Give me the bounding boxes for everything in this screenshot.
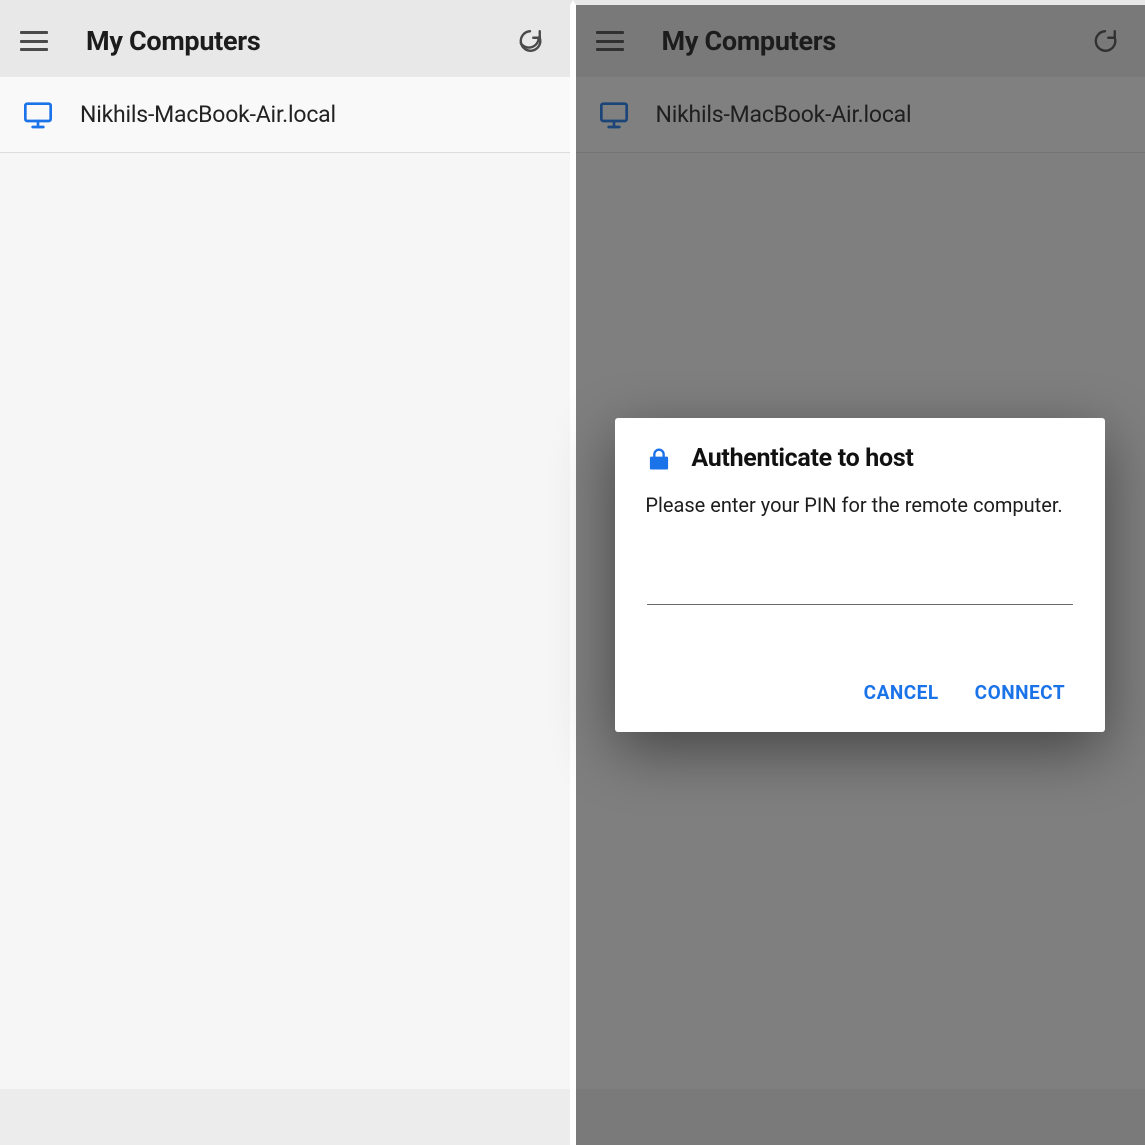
computer-hostname: Nikhils-MacBook-Air.local xyxy=(80,101,336,128)
dialog-title: Authenticate to host xyxy=(691,444,913,473)
refresh-button[interactable] xyxy=(508,19,552,63)
modal-overlay[interactable]: Authenticate to host Please enter your P… xyxy=(576,5,1145,1145)
cancel-button[interactable]: CANCEL xyxy=(860,675,943,710)
appbar: My Computers xyxy=(0,5,570,77)
dialog-header: Authenticate to host xyxy=(645,444,1075,473)
monitor-icon xyxy=(22,99,54,131)
screen-right: My Computers Nikhils-MacBook-Air.local xyxy=(573,0,1145,1145)
refresh-icon xyxy=(517,28,543,54)
dialog-message: Please enter your PIN for the remote com… xyxy=(645,491,1075,519)
menu-button[interactable] xyxy=(12,19,56,63)
screen-left: My Computers Nikhils-MacBook-Air.local xyxy=(0,0,573,1145)
pin-input[interactable] xyxy=(647,569,1073,605)
page-title: My Computers xyxy=(86,25,508,57)
auth-dialog: Authenticate to host Please enter your P… xyxy=(615,418,1105,732)
computer-list: Nikhils-MacBook-Air.local xyxy=(0,77,570,153)
empty-area xyxy=(0,153,570,1089)
lock-icon xyxy=(645,445,673,473)
computer-list-item[interactable]: Nikhils-MacBook-Air.local xyxy=(0,77,570,153)
side-by-side-container: My Computers Nikhils-MacBook-Air.local xyxy=(0,0,1145,1145)
system-navbar xyxy=(0,1089,570,1145)
dialog-actions: CANCEL CONNECT xyxy=(645,675,1075,710)
hamburger-icon xyxy=(20,31,48,51)
connect-button[interactable]: CONNECT xyxy=(971,675,1069,710)
